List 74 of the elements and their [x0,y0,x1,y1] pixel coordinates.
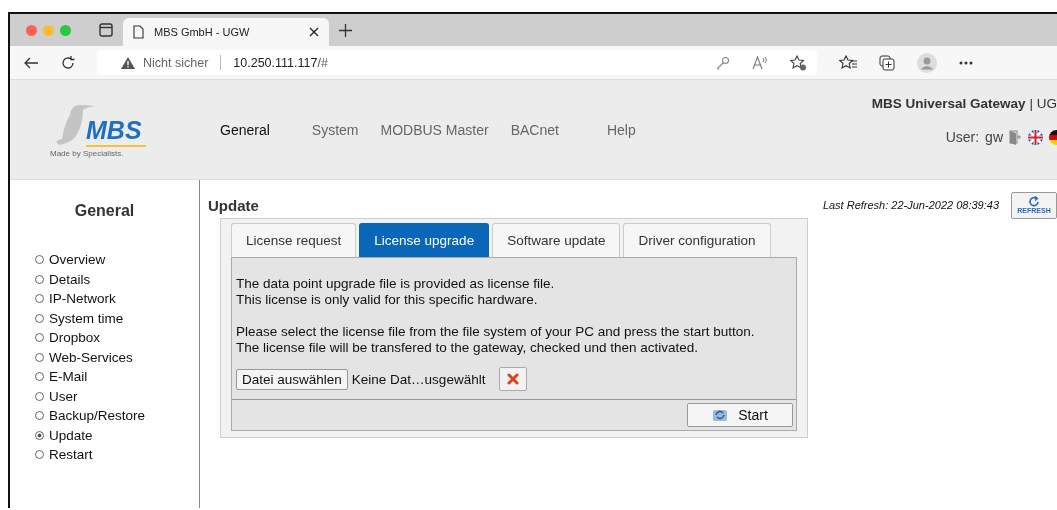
tab[interactable]: Software update [492,223,621,257]
key-icon[interactable] [716,55,730,70]
file-status-text: Keine Dat…usgewählt [351,371,486,387]
more-icon[interactable] [959,60,973,65]
choose-file-button[interactable]: Datei auswählen [236,368,348,390]
tab[interactable]: Driver configuration [623,223,771,257]
start-button[interactable]: Start [687,403,793,428]
browser-tab[interactable]: MBS GmbH - UGW [123,18,329,46]
last-refresh-text: Last Refresh: 22-Jun-2022 08:39:43 [822,199,999,211]
sidebar-item[interactable]: Details [35,271,199,287]
logo-text: MBS [86,116,146,147]
sync-icon [712,408,729,423]
page-title: Update [208,196,259,214]
sidebar-label: Web-Services [49,349,133,365]
sidebar-label: Overview [49,252,106,267]
sidebar-item[interactable]: User [35,388,199,404]
reload-icon[interactable] [61,55,75,70]
sidebar-label: Restart [49,447,93,462]
product-name: MBS Universal Gateway [871,96,1026,111]
logo-tagline: Made by Specialists. [50,149,124,158]
sidebar-item[interactable]: Restart [35,447,199,462]
collections-icon[interactable] [879,54,895,71]
refresh-icon [1028,196,1040,207]
minimize-window-dot[interactable] [43,24,54,36]
maximize-window-dot[interactable] [60,24,71,36]
sidebar-label: User [49,388,78,404]
sidebar-item[interactable]: E-Mail [35,369,199,384]
sidebar-label: IP-Network [49,291,116,306]
address-bar[interactable]: Nicht sicher 10.250.111.117/# [97,50,817,75]
profile-avatar-icon[interactable] [917,52,937,73]
tab[interactable]: License request [231,223,357,257]
user-name: gw [985,129,1003,145]
clear-button[interactable] [499,367,528,392]
sidebar-item[interactable]: Overview [35,252,199,267]
radio-button[interactable] [35,430,44,440]
sidebar-label: Dropbox [49,330,101,345]
product-model: | UG [1029,96,1057,111]
sidebar-item[interactable]: Backup/Restore [35,408,199,423]
sidebar-item[interactable]: Web-Services [35,349,199,365]
sidebar-item[interactable]: System time [35,310,199,326]
info-paragraph: The data point upgrade file is provided as license file. This license is only valid for this specific hardware. [236,276,556,308]
warning-icon [121,56,135,69]
german-flag-icon[interactable] [1049,129,1057,145]
uk-flag-icon[interactable] [1028,129,1043,145]
read-aloud-icon[interactable] [752,55,768,70]
sidebar-label: System time [49,310,124,326]
sidebar-item[interactable]: Dropbox [35,330,199,345]
favorite-add-icon[interactable] [790,54,807,71]
sidebar-label: Details [49,271,91,287]
sidebar-title: General [73,202,136,220]
sidebar-item[interactable]: Update [35,427,199,443]
sidebar-label: Backup/Restore [49,408,146,423]
close-icon [507,373,520,386]
sidebar-item[interactable]: IP-Network [35,291,199,306]
nav-link[interactable]: System [311,121,359,138]
info-paragraph: Please select the license file from the file system of your PC and press the start button. The license file will be transfered to the gateway, checked und then activated. [236,324,756,356]
nav-link[interactable]: BACnet [510,121,559,138]
logout-icon[interactable] [1009,129,1022,145]
user-label: User: [945,129,980,145]
sidebar-label: E-Mail [49,369,88,384]
close-window-dot[interactable] [26,24,37,36]
nav-link[interactable]: Help [606,121,636,138]
favorites-icon[interactable] [839,54,857,71]
url-text: 10.250.111.117/# [233,55,328,70]
nav-link[interactable]: MODBUS Master [380,121,489,138]
back-icon[interactable] [24,56,39,69]
new-tab-icon[interactable] [339,23,352,37]
nav-link[interactable]: General [220,121,270,138]
page-icon [133,25,144,39]
sidebar-label: Update [49,427,93,443]
security-label: Nicht sicher [143,55,209,70]
close-icon[interactable] [309,27,319,37]
tab[interactable]: License upgrade [359,223,490,257]
tab-actions-icon[interactable] [99,23,113,37]
